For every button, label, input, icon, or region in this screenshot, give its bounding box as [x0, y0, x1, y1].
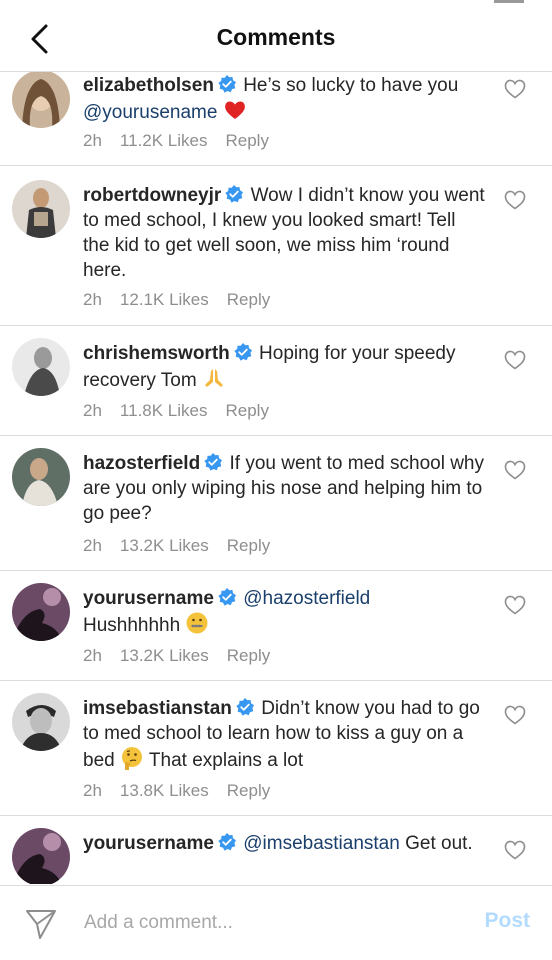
- verified-badge-icon: [218, 588, 236, 606]
- comment-likes[interactable]: 13.8K Likes: [120, 781, 209, 800]
- comment-username[interactable]: elizabetholsen: [83, 75, 214, 96]
- comment-text: chrishemsworth Hoping for your speedy re…: [83, 341, 487, 393]
- comment-item: hazosterfield If you went to med school …: [0, 436, 552, 571]
- folded-hands-emoji-icon: [204, 369, 223, 387]
- comment-likes[interactable]: 12.1K Likes: [120, 290, 209, 309]
- like-heart-icon[interactable]: [504, 79, 526, 99]
- comment-body: Hushhhhhh: [83, 615, 181, 636]
- header-bar: Comments: [0, 0, 552, 72]
- comment-item: robertdowneyjr Wow I didn’t know you wen…: [0, 166, 552, 326]
- comment-meta: 2h 13.2K Likes Reply: [83, 536, 288, 556]
- comment-item: elizabetholsen He’s so lucky to have you…: [0, 72, 552, 166]
- reply-button[interactable]: Reply: [227, 536, 270, 555]
- avatar[interactable]: [12, 72, 70, 128]
- comment-time: 2h: [83, 290, 102, 309]
- verified-badge-icon: [204, 453, 223, 471]
- comment-username[interactable]: yourusername: [83, 833, 214, 854]
- verified-badge-icon: [236, 698, 254, 716]
- comment-composer: Post: [0, 885, 552, 960]
- comment-likes[interactable]: 13.2K Likes: [120, 536, 209, 555]
- comment-meta: 2h 12.1K Likes Reply: [83, 290, 288, 310]
- avatar[interactable]: [12, 583, 70, 641]
- comment-text: yourusername @hazosterfield Hushhhhhh: [83, 586, 487, 638]
- comment-item: yourusername @hazosterfield Hushhhhhh 2h…: [0, 571, 552, 681]
- comment-meta: 2h 11.2K Likes Reply: [83, 131, 287, 151]
- comment-username[interactable]: robertdowneyjr: [83, 185, 221, 206]
- avatar[interactable]: [12, 448, 70, 506]
- comment-meta: 2h 13.2K Likes Reply: [83, 646, 288, 666]
- reply-button[interactable]: Reply: [226, 131, 269, 150]
- comment-username[interactable]: chrishemsworth: [83, 343, 230, 364]
- reply-button[interactable]: Reply: [227, 290, 270, 309]
- mention-link[interactable]: @imsebastianstan: [243, 833, 400, 854]
- comment-text: robertdowneyjr Wow I didn’t know you wen…: [83, 183, 487, 283]
- avatar[interactable]: [12, 338, 70, 396]
- reply-button[interactable]: Reply: [227, 646, 270, 665]
- comment-likes[interactable]: 13.2K Likes: [120, 646, 209, 665]
- avatar[interactable]: [12, 693, 70, 751]
- verified-badge-icon: [218, 75, 236, 93]
- comment-time: 2h: [83, 536, 102, 555]
- like-heart-icon[interactable]: [504, 460, 526, 480]
- thinking-face-emoji-icon: [121, 747, 142, 770]
- like-heart-icon[interactable]: [504, 840, 526, 860]
- comment-likes[interactable]: 11.2K Likes: [120, 131, 208, 150]
- comment-time: 2h: [83, 646, 102, 665]
- page-title: Comments: [216, 24, 336, 50]
- comment-body-continued: That explains a lot: [148, 750, 304, 771]
- comment-time: 2h: [83, 131, 102, 150]
- comment-username[interactable]: yourusername: [83, 588, 214, 609]
- comment-text: hazosterfield If you went to med school …: [83, 451, 487, 526]
- comment-username[interactable]: imsebastianstan: [83, 698, 232, 719]
- post-button[interactable]: Post: [484, 909, 530, 933]
- mention-link[interactable]: @hazosterfield: [243, 588, 370, 609]
- red-heart-emoji-icon: [224, 101, 245, 119]
- verified-badge-icon: [225, 185, 244, 203]
- like-heart-icon[interactable]: [504, 350, 526, 370]
- comment-likes[interactable]: 11.8K Likes: [120, 401, 208, 420]
- comment-item: chrishemsworth Hoping for your speedy re…: [0, 326, 552, 436]
- reply-button[interactable]: Reply: [226, 401, 269, 420]
- comment-item: yourusername @imsebastianstan Get out.: [0, 816, 552, 884]
- comment-item: imsebastianstan Didn’t know you had to g…: [0, 681, 552, 816]
- like-heart-icon[interactable]: [504, 705, 526, 725]
- like-heart-icon[interactable]: [504, 190, 526, 210]
- mention-link[interactable]: @yourusename: [83, 102, 217, 123]
- comment-input[interactable]: [84, 908, 454, 938]
- avatar[interactable]: [12, 180, 70, 238]
- comment-time: 2h: [83, 781, 102, 800]
- comment-meta: 2h 11.8K Likes Reply: [83, 401, 287, 421]
- comment-body: He’s so lucky to have you: [243, 75, 459, 96]
- status-bar-remnant: [494, 0, 524, 3]
- reply-button[interactable]: Reply: [227, 781, 270, 800]
- comment-text: imsebastianstan Didn’t know you had to g…: [83, 696, 487, 773]
- zipper-mouth-face-emoji-icon: [186, 612, 208, 634]
- comments-list[interactable]: elizabetholsen He’s so lucky to have you…: [0, 72, 552, 884]
- comment-username[interactable]: hazosterfield: [83, 453, 200, 474]
- comment-text: yourusername @imsebastianstan Get out.: [83, 831, 487, 856]
- send-icon[interactable]: [24, 907, 58, 941]
- avatar[interactable]: [12, 828, 70, 884]
- verified-badge-icon: [234, 343, 252, 361]
- comment-text: elizabetholsen He’s so lucky to have you…: [83, 73, 487, 125]
- comment-meta: 2h 13.8K Likes Reply: [83, 781, 288, 801]
- comment-body: Get out.: [405, 833, 473, 854]
- comment-time: 2h: [83, 401, 102, 420]
- like-heart-icon[interactable]: [504, 595, 526, 615]
- verified-badge-icon: [218, 833, 236, 851]
